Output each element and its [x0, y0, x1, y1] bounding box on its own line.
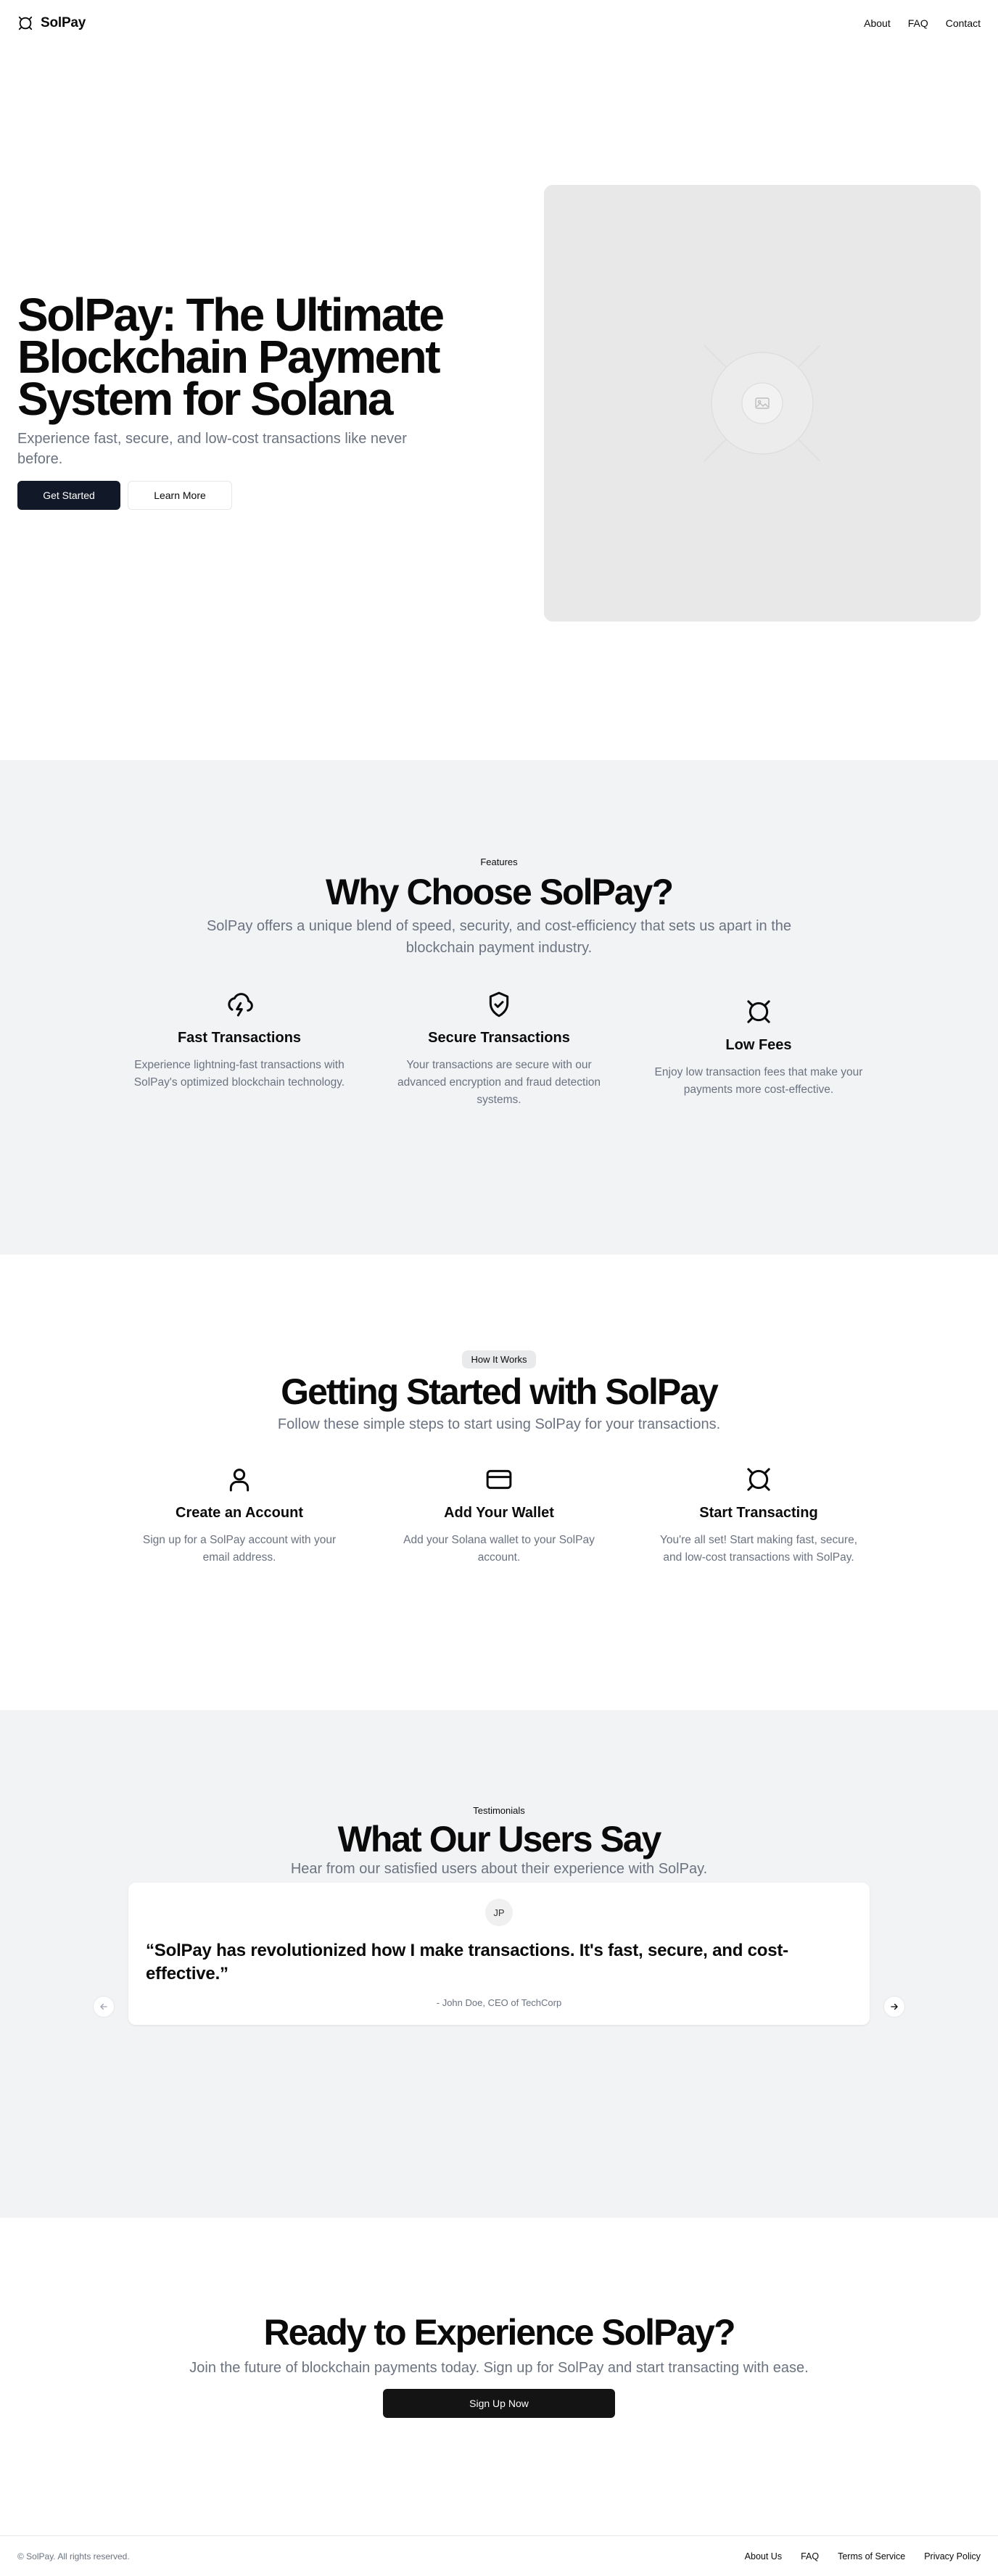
how-it-works-badge: How It Works	[462, 1350, 536, 1368]
testimonial-quote: “SolPay has revolutionized how I make tr…	[146, 1941, 788, 1983]
footer-faq-link[interactable]: FAQ	[801, 2551, 819, 2561]
features-subtitle: SolPay offers a unique blend of speed, s…	[206, 918, 792, 956]
steps-subtitle: Follow these simple steps to start using…	[277, 1416, 721, 1432]
copyright: © SolPay. All rights reserved.	[17, 2551, 130, 2561]
nav-faq-link[interactable]: FAQ	[908, 17, 928, 29]
testimonials-subtitle: Hear from our satisfied users about thei…	[290, 1861, 708, 1877]
feature-card-secure: Secure Transactions Your transactions ar…	[369, 988, 629, 1109]
hero-buttons: Get Started Learn More	[17, 481, 482, 510]
hero-subtitle: Experience fast, secure, and low-cost tr…	[17, 431, 407, 467]
site-footer: © SolPay. All rights reserved. About Us …	[0, 2535, 998, 2576]
how-it-works-section: How It Works Getting Started with SolPay…	[0, 1255, 998, 1710]
features-section: Features Why Choose SolPay? SolPay offer…	[0, 760, 998, 1255]
step-title: Start Transacting	[699, 1505, 818, 1521]
feature-text: Your transactions are secure with our ad…	[397, 1059, 601, 1106]
avatar: JP	[485, 1899, 513, 1926]
page: SolPay About FAQ Contact SolPay: The Ult…	[0, 0, 998, 2576]
brand[interactable]: SolPay	[17, 15, 86, 31]
site-header: SolPay About FAQ Contact	[0, 0, 998, 46]
step-text: You're all set! Start making fast, secur…	[659, 1534, 858, 1564]
footer-privacy-link[interactable]: Privacy Policy	[924, 2551, 981, 2561]
feature-title: Fast Transactions	[177, 1030, 302, 1046]
step-card-account: Create an Account Sign up for a SolPay a…	[110, 1463, 369, 1566]
brand-name: SolPay	[41, 15, 86, 30]
feature-title: Low Fees	[725, 1037, 792, 1053]
cta-section: Ready to Experience SolPay? Join the fut…	[0, 2218, 998, 2535]
hero-image-placeholder	[544, 185, 981, 622]
testimonials-title: What Our Users Say	[337, 1819, 662, 1859]
nav-contact-link[interactable]: Contact	[946, 17, 981, 29]
step-title: Add Your Wallet	[444, 1505, 554, 1521]
footer-about-link[interactable]: About Us	[745, 2551, 782, 2561]
features-eyebrow: Features	[480, 856, 518, 867]
step-card-wallet: Add Your Wallet Add your Solana wallet t…	[369, 1463, 629, 1566]
steps-title: Getting Started with SolPay	[281, 1371, 719, 1412]
testimonial-card: JP “SolPay has revolutionized how I make…	[128, 1883, 870, 2025]
feature-card-fees: Low Fees Enjoy low transaction fees that…	[629, 988, 888, 1109]
testimonials-eyebrow: Testimonials	[473, 1805, 525, 1816]
learn-more-button[interactable]: Learn More	[128, 481, 232, 510]
feature-text: Enjoy low transaction fees that make you…	[654, 1066, 863, 1096]
features-list: Fast Transactions Experience lightning-f…	[0, 988, 998, 1109]
footer-terms-link[interactable]: Terms of Service	[838, 2551, 905, 2561]
nav-about-link[interactable]: About	[864, 17, 891, 29]
currency-logo-icon	[17, 15, 33, 31]
step-text: Add your Solana wallet to your SolPay ac…	[403, 1534, 595, 1564]
feature-title: Secure Transactions	[428, 1030, 570, 1046]
image-placeholder-icon	[704, 344, 821, 462]
credit-card-icon	[369, 1463, 629, 1496]
cta-subtitle: Join the future of blockchain payments t…	[189, 2360, 809, 2376]
testimonial-author: - John Doe, CEO of TechCorp	[436, 1997, 562, 2008]
get-started-button[interactable]: Get Started	[17, 481, 120, 510]
features-title: Why Choose SolPay?	[326, 872, 674, 912]
step-title: Create an Account	[176, 1505, 303, 1521]
feature-card-fast: Fast Transactions Experience lightning-f…	[110, 988, 369, 1109]
cta-title: Ready to Experience SolPay?	[263, 2312, 735, 2353]
footer-nav: About Us FAQ Terms of Service Privacy Po…	[745, 2551, 981, 2561]
currency-icon	[629, 995, 888, 1028]
hero-section: SolPay: The Ultimate Blockchain Payment …	[0, 46, 998, 760]
step-card-transact: Start Transacting You're all set! Start …	[629, 1463, 888, 1566]
hero-title: SolPay: The Ultimate Blockchain Payment …	[17, 289, 445, 425]
hero-content: SolPay: The Ultimate Blockchain Payment …	[17, 289, 482, 510]
main-nav: About FAQ Contact	[864, 17, 981, 29]
arrow-right-icon	[891, 2003, 898, 2010]
cloud-lightning-icon	[110, 988, 369, 1021]
currency-icon	[629, 1463, 888, 1496]
carousel-prev-button[interactable]	[93, 1996, 115, 2018]
shield-check-icon	[369, 988, 629, 1021]
user-icon	[110, 1463, 369, 1496]
sign-up-button[interactable]: Sign Up Now	[383, 2389, 615, 2418]
testimonials-section: Testimonials What Our Users Say Hear fro…	[0, 1710, 998, 2218]
step-text: Sign up for a SolPay account with your e…	[142, 1534, 337, 1564]
arrow-left-icon	[100, 2003, 107, 2010]
carousel-next-button[interactable]	[883, 1996, 905, 2018]
steps-list: Create an Account Sign up for a SolPay a…	[0, 1463, 998, 1566]
feature-text: Experience lightning-fast transactions w…	[133, 1059, 345, 1089]
